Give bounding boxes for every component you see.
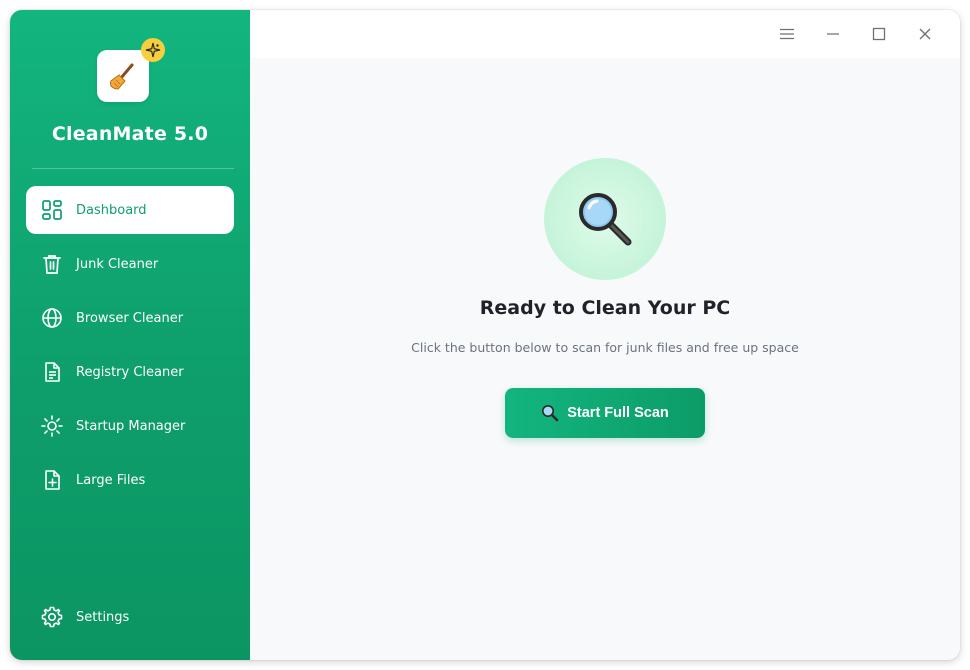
logo-tile (97, 50, 149, 102)
close-button[interactable] (902, 22, 948, 46)
main-headline: Ready to Clean Your PC (479, 297, 731, 319)
sidebar-item-dashboard[interactable]: Dashboard (26, 186, 234, 234)
close-icon (919, 28, 931, 40)
sun-icon (40, 414, 64, 438)
globe-icon (40, 306, 64, 330)
main-panel: Ready to Clean Your PC Click the button … (250, 10, 960, 660)
document-icon (40, 360, 64, 384)
maximize-button[interactable] (856, 22, 902, 46)
sparkle-badge (141, 38, 165, 62)
main-subheadline: Click the button below to scan for junk … (411, 340, 799, 355)
app-window: CleanMate 5.0 Dashboard Junk Cleaner Bro… (10, 10, 960, 660)
sidebar-item-label: Large Files (76, 472, 146, 488)
sidebar-item-settings[interactable]: Settings (26, 593, 234, 641)
broom-icon (110, 63, 134, 90)
app-logo (97, 38, 165, 102)
start-full-scan-button[interactable]: Start Full Scan (505, 388, 705, 438)
sidebar-item-label: Startup Manager (76, 418, 186, 434)
file-plus-icon (40, 468, 64, 492)
sidebar-item-label: Dashboard (76, 202, 147, 218)
sidebar-item-junk-cleaner[interactable]: Junk Cleaner (26, 240, 234, 288)
sidebar-item-label: Registry Cleaner (76, 364, 184, 380)
minimize-icon (827, 33, 839, 35)
hamburger-menu-icon (780, 28, 794, 40)
window-controls (764, 22, 948, 46)
settings-label: Settings (76, 609, 130, 625)
sidebar-item-large-files[interactable]: Large Files (26, 456, 234, 504)
menu-button[interactable] (764, 22, 810, 46)
sidebar: CleanMate 5.0 Dashboard Junk Cleaner Bro… (10, 10, 250, 660)
magnifier-icon (579, 193, 632, 246)
sidebar-item-startup-manager[interactable]: Startup Manager (26, 402, 234, 450)
sidebar-item-browser-cleaner[interactable]: Browser Cleaner (26, 294, 234, 342)
hero-illustration (544, 158, 666, 280)
gear-icon (40, 605, 64, 629)
dashboard-grid-icon (40, 198, 64, 222)
sidebar-item-label: Browser Cleaner (76, 310, 184, 326)
magnifier-icon (542, 405, 559, 422)
sidebar-item-label: Junk Cleaner (76, 256, 159, 272)
sidebar-item-registry-cleaner[interactable]: Registry Cleaner (26, 348, 234, 396)
maximize-icon (872, 27, 886, 41)
title-bar (250, 10, 960, 58)
sidebar-nav: Dashboard Junk Cleaner Browser Cleaner R… (26, 186, 234, 510)
app-title: CleanMate 5.0 (51, 123, 209, 145)
minimize-button[interactable] (810, 22, 856, 46)
scan-button-label: Start Full Scan (567, 405, 669, 421)
sparkle-icon (145, 42, 161, 58)
trash-icon (40, 252, 64, 276)
sidebar-divider (32, 168, 234, 169)
